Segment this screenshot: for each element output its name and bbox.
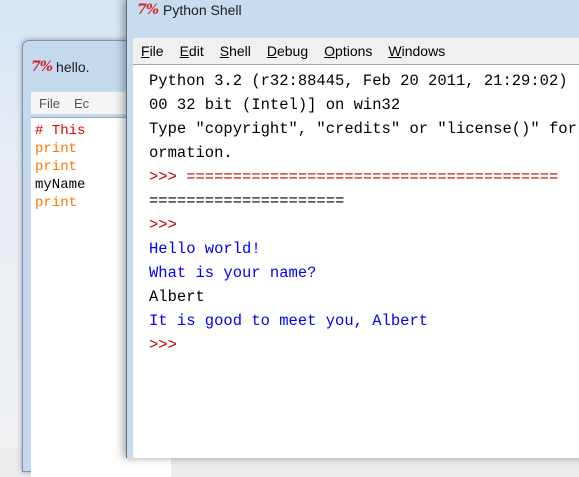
menu-options[interactable]: Options xyxy=(316,38,380,64)
menu-label-rest: hell xyxy=(229,43,251,59)
shell-line: >>> xyxy=(149,336,177,354)
menu-label-rest: ile xyxy=(149,43,164,59)
editor-menu-edit[interactable]: Ec xyxy=(74,96,89,111)
menu-label-rest: indows xyxy=(401,43,446,59)
shell-line: Python 3.2 (r32:88445, Feb 20 2011, 21:2… xyxy=(149,72,579,90)
shell-line: >>> xyxy=(149,216,177,234)
menu-file[interactable]: File xyxy=(133,38,172,64)
menu-shell[interactable]: Shell xyxy=(212,38,259,64)
menu-mnemonic: E xyxy=(179,43,189,59)
python-shell-window[interactable]: 7% Python Shell File Edit Shell Debug Option… xyxy=(126,0,579,458)
shell-line: ===================== xyxy=(149,192,345,210)
menu-edit[interactable]: Edit xyxy=(172,38,212,64)
shell-line: >>> ====================================… xyxy=(149,168,559,186)
idle-icon: 7% xyxy=(31,59,53,75)
editor-title-bar[interactable]: 7% hello. xyxy=(31,55,90,79)
shell-line: It is good to meet you, Albert xyxy=(149,312,429,330)
menu-mnemonic: O xyxy=(324,43,336,59)
editor-menu-file[interactable]: File xyxy=(39,96,60,111)
menu-mnemonic: F xyxy=(141,43,150,59)
menu-windows[interactable]: Windows xyxy=(380,38,453,64)
menu-label-rest: ebug xyxy=(276,43,309,59)
shell-line: Hello world! xyxy=(149,240,261,258)
shell-text-area[interactable]: Python 3.2 (r32:88445, Feb 20 2011, 21:2… xyxy=(133,64,579,458)
menu-mnemonic: S xyxy=(219,43,230,59)
shell-line: What is your name? xyxy=(149,264,317,282)
menu-label-rest: dit xyxy=(188,43,204,59)
shell-line: ormation. xyxy=(149,144,233,162)
shell-title: Python Shell xyxy=(163,2,242,18)
menu-debug[interactable]: Debug xyxy=(259,38,316,64)
shell-title-bar[interactable]: 7% Python Shell xyxy=(137,0,242,20)
menu-mnemonic: D xyxy=(266,43,277,59)
shell-line: Albert xyxy=(149,288,205,306)
shell-menubar: File Edit Shell Debug Options Windows xyxy=(133,38,579,64)
idle-icon: 7% xyxy=(137,2,159,18)
menu-label-rest: ptions xyxy=(335,43,373,59)
shell-line: 00 32 bit (Intel)] on win32 xyxy=(149,96,401,114)
menu-mnemonic: W xyxy=(388,43,402,59)
editor-title: hello. xyxy=(56,59,90,75)
shell-line: Type "copyright", "credits" or "license(… xyxy=(149,120,577,138)
